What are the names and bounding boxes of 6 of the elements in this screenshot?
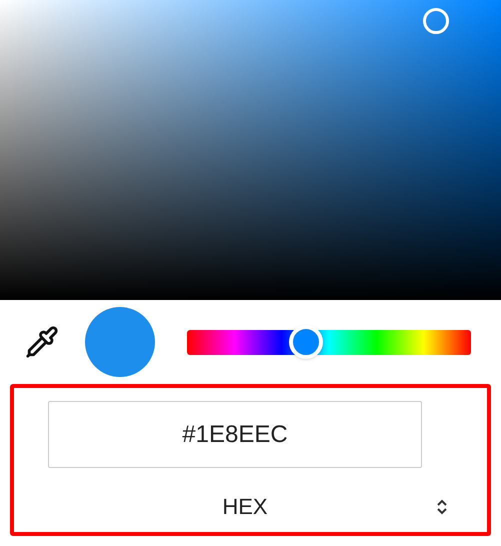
picker-handle[interactable]	[422, 8, 449, 34]
up-down-chevron-icon[interactable]	[436, 498, 448, 516]
format-label[interactable]: HEX	[48, 490, 436, 523]
color-area[interactable]	[0, 0, 501, 300]
hex-input[interactable]: #1E8EEC	[48, 401, 422, 468]
eyedropper-icon[interactable]	[25, 325, 59, 359]
